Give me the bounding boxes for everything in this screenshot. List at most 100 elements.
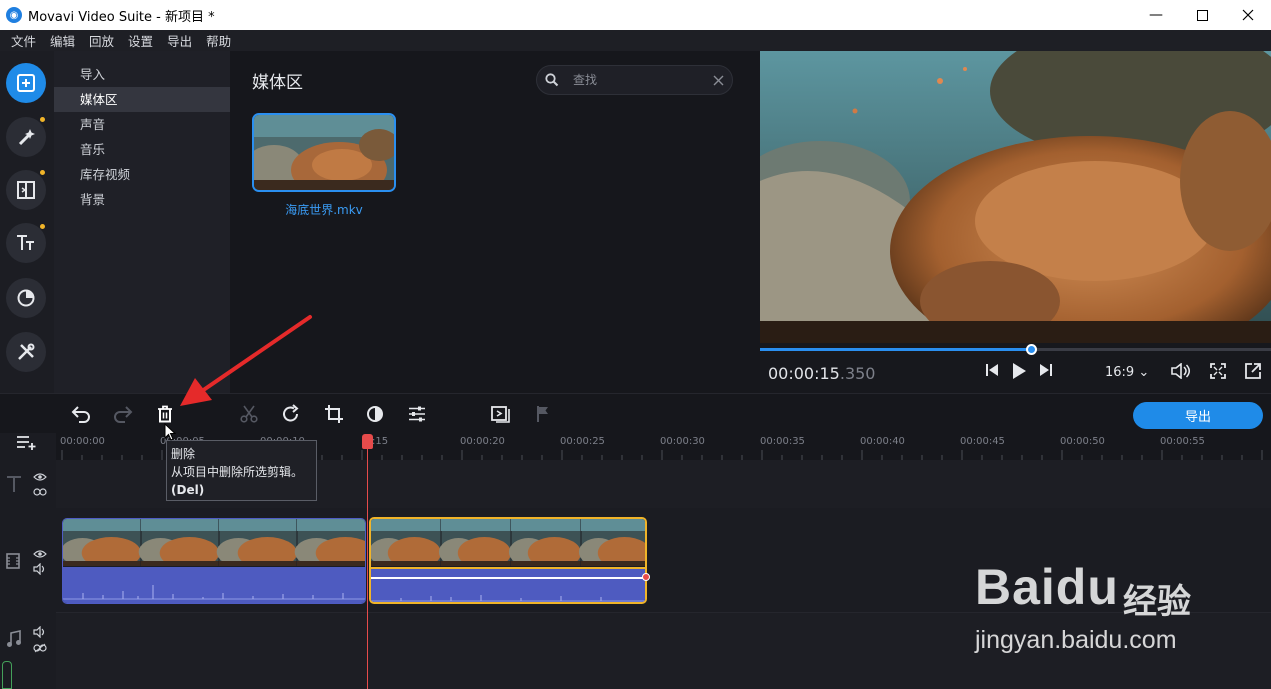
watermark-brand-cn: 经验 xyxy=(1123,582,1191,622)
delete-tooltip: 删除 从项目中删除所选剪辑。 (Del) xyxy=(166,440,317,501)
menu-file[interactable]: 文件 xyxy=(4,31,43,50)
transitions-icon[interactable] xyxy=(6,170,46,210)
menu-playback[interactable]: 回放 xyxy=(82,31,121,50)
volume-icon[interactable] xyxy=(1171,362,1193,383)
category-import[interactable]: 导入 xyxy=(54,62,230,87)
filmstrip-frame xyxy=(511,519,581,531)
add-track-icon[interactable] xyxy=(16,434,38,453)
video-clip-1[interactable] xyxy=(62,518,366,604)
stickers-icon[interactable] xyxy=(6,278,46,318)
window-title: Movavi Video Suite - 新项目 * xyxy=(28,9,215,25)
color-adjust-icon[interactable] xyxy=(364,403,386,425)
ruler-label: 00:00:20 xyxy=(460,436,505,447)
previous-frame-icon[interactable] xyxy=(985,363,999,381)
fullscreen-icon[interactable] xyxy=(1210,363,1226,383)
redo-icon[interactable] xyxy=(112,403,134,425)
ruler-label: 00:00:35 xyxy=(760,436,805,447)
category-sound[interactable]: 声音 xyxy=(54,112,230,137)
mouse-cursor-icon xyxy=(164,422,177,444)
link-icon[interactable] xyxy=(33,486,47,500)
menu-help[interactable]: 帮助 xyxy=(199,31,238,50)
annotation-arrow-icon xyxy=(170,312,315,415)
tooltip-shortcut: (Del) xyxy=(171,483,205,497)
category-stock-video[interactable]: 库存视频 xyxy=(54,162,230,187)
clear-search-icon[interactable] xyxy=(713,75,724,86)
undo-icon[interactable] xyxy=(70,403,92,425)
ruler-label: 00:00:55 xyxy=(1160,436,1205,447)
visibility-eye-icon[interactable] xyxy=(33,471,47,485)
menu-bar: 文件 编辑 回放 设置 导出 帮助 xyxy=(0,30,1271,51)
tooltip-title: 删除 xyxy=(171,447,196,461)
search-input[interactable] xyxy=(573,73,693,87)
menu-export[interactable]: 导出 xyxy=(160,31,199,50)
track-volume-icon[interactable] xyxy=(33,625,47,641)
media-bin-title: 媒体区 xyxy=(252,73,303,93)
filmstrip-frame xyxy=(581,519,645,531)
timecode: 00:00:15.350 xyxy=(768,364,875,383)
play-icon[interactable] xyxy=(1011,363,1027,383)
maximize-icon[interactable] xyxy=(1179,0,1225,30)
clip-audio-waveform[interactable] xyxy=(371,567,645,602)
volume-keyframe-handle[interactable] xyxy=(642,573,650,581)
filmstrip-frame xyxy=(63,519,141,531)
detach-player-icon[interactable] xyxy=(1245,363,1261,383)
ruler-label: 00:00:00 xyxy=(60,436,105,447)
track-volume-icon[interactable] xyxy=(33,562,47,578)
reef-video-frame xyxy=(760,51,1271,343)
new-badge-dot xyxy=(40,170,45,175)
import-icon[interactable] xyxy=(6,63,46,103)
crop-icon[interactable] xyxy=(323,403,345,425)
watermark-url: jingyan.baidu.com xyxy=(975,626,1177,654)
category-music[interactable]: 音乐 xyxy=(54,137,230,162)
new-badge-dot xyxy=(40,117,45,122)
title-track-icon xyxy=(6,475,22,496)
playhead-line xyxy=(367,436,368,689)
title-bar: ◉ Movavi Video Suite - 新项目 * — xyxy=(0,0,1271,30)
filmstrip-frame xyxy=(371,519,441,531)
media-file-name[interactable]: 海底世界.mkv xyxy=(252,201,396,218)
unlink-icon[interactable] xyxy=(33,642,47,656)
ruler-label: 00:00:40 xyxy=(860,436,905,447)
media-thumbnail[interactable] xyxy=(252,113,396,192)
preview-panel: 00:00:15.350 16:9 ⌄ xyxy=(760,51,1271,393)
marker-flag-icon[interactable] xyxy=(532,403,554,425)
filmstrip-frame xyxy=(219,561,297,566)
next-frame-icon[interactable] xyxy=(1039,363,1053,381)
export-button[interactable]: 导出 xyxy=(1133,402,1263,429)
close-icon[interactable] xyxy=(1225,0,1271,30)
category-backgrounds[interactable]: 背景 xyxy=(54,187,230,212)
search-icon xyxy=(545,73,559,87)
filmstrip-frame xyxy=(219,519,297,531)
category-media-bin[interactable]: 媒体区 xyxy=(54,87,230,112)
aspect-ratio-select[interactable]: 16:9 ⌄ xyxy=(1105,365,1149,380)
baidu-watermark: Baidu 经验 jingyan.baidu.com xyxy=(975,550,1235,660)
menu-edit[interactable]: 编辑 xyxy=(43,31,82,50)
timecode-main: 00:00:15 xyxy=(768,364,840,383)
ruler-label: 00:00:30 xyxy=(660,436,705,447)
clip-audio-waveform[interactable] xyxy=(63,567,365,603)
filmstrip-frame xyxy=(511,561,581,566)
tools-icon[interactable] xyxy=(6,332,46,372)
minimize-icon[interactable]: — xyxy=(1133,0,1179,30)
audio-level-meter xyxy=(2,661,12,689)
magic-wand-icon[interactable] xyxy=(6,117,46,157)
playhead-handle[interactable] xyxy=(362,434,373,449)
scrubber-handle[interactable] xyxy=(1025,344,1037,355)
filmstrip-frame xyxy=(297,519,365,531)
timecode-ms: .350 xyxy=(839,364,876,383)
menu-settings[interactable]: 设置 xyxy=(121,31,160,50)
clip-properties-icon[interactable] xyxy=(406,403,428,425)
filmstrip-frame xyxy=(141,519,219,531)
chevron-down-icon: ⌄ xyxy=(1138,365,1150,380)
aspect-ratio-value: 16:9 xyxy=(1105,365,1135,380)
video-track-icon xyxy=(6,553,20,572)
titles-icon[interactable] xyxy=(6,223,46,263)
tool-rail xyxy=(0,51,54,393)
stabilization-icon[interactable] xyxy=(490,403,512,425)
search-box xyxy=(536,65,733,95)
playback-scrubber[interactable] xyxy=(760,344,1271,355)
video-clip-2-selected[interactable] xyxy=(369,517,647,604)
visibility-eye-icon[interactable] xyxy=(33,548,47,562)
video-preview[interactable] xyxy=(760,51,1271,343)
ruler-label: 00:00:25 xyxy=(560,436,605,447)
